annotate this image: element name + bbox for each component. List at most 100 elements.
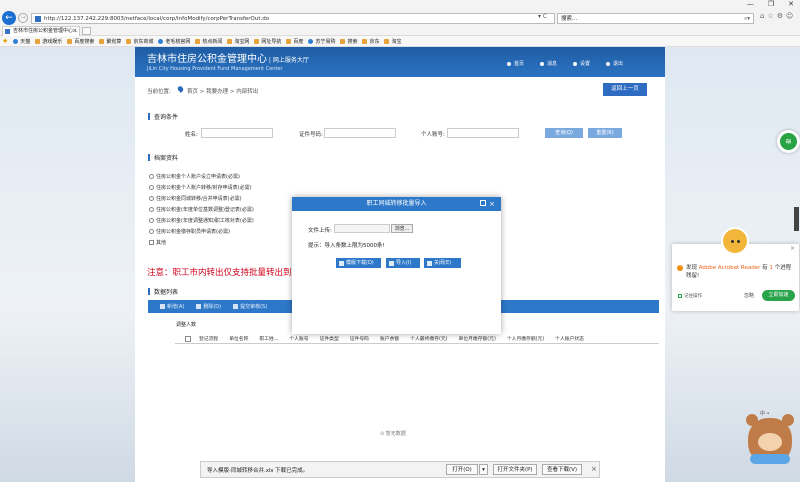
ignore-button[interactable]: 忽略 xyxy=(744,292,754,299)
search-input[interactable]: 搜索... ⌕▾ xyxy=(557,13,754,24)
favorites-star-icon[interactable]: ☆ xyxy=(767,12,773,20)
favorite-link[interactable]: 京东商城 xyxy=(126,38,153,45)
close-icon xyxy=(427,260,432,266)
site-logo-title: 吉林市住房公积金管理中心 | 网上服务大厅 xyxy=(147,54,309,65)
return-button[interactable]: 返回上一页 xyxy=(603,83,647,96)
open-dropdown-chevron-icon[interactable]: ▾ xyxy=(479,464,488,475)
name-input[interactable] xyxy=(201,128,273,138)
radio-icon[interactable] xyxy=(149,196,154,201)
nav-logout[interactable]: 退出 xyxy=(606,60,623,67)
favorite-icon xyxy=(308,38,314,44)
import-button[interactable]: 导入(I) xyxy=(386,258,420,268)
material-item[interactable]: 住房公积金(年度单位基数调整)登记表(必需) xyxy=(149,204,309,215)
tab-title: 吉林市住房公积金管理中心... xyxy=(13,28,78,34)
adjust-count-label: 调整人数 xyxy=(176,322,197,328)
delete-button[interactable]: 删除(D) xyxy=(196,303,221,310)
submit-review-button[interactable]: 提交审核(S) xyxy=(233,303,267,310)
top-nav: 首页 消息 设置 退出 xyxy=(507,60,623,67)
nav-messages[interactable]: 消息 xyxy=(540,60,557,67)
favorite-icon xyxy=(227,38,233,44)
id-number-input[interactable] xyxy=(324,128,396,138)
radio-icon[interactable] xyxy=(149,207,154,212)
material-item[interactable]: 住房公积金个人账户转移/封存申请表(必需) xyxy=(149,182,309,193)
column-header: 个人账号 xyxy=(289,337,309,342)
new-tab-button[interactable] xyxy=(82,27,91,35)
speed-up-button[interactable]: 立即加速 xyxy=(762,290,795,301)
add-button[interactable]: 新增(A) xyxy=(160,303,184,310)
refresh-icon[interactable]: ▾ C xyxy=(538,13,547,20)
search-placeholder: 搜索... xyxy=(561,16,578,22)
nav-home[interactable]: 首页 xyxy=(507,60,524,67)
mascot-icon xyxy=(721,227,749,255)
view-downloads-button[interactable]: 查看下载(V) xyxy=(542,464,582,475)
radio-icon[interactable] xyxy=(149,229,154,234)
scrollbar-thumb[interactable] xyxy=(794,207,799,231)
add-icon xyxy=(160,304,165,309)
wifi-icon[interactable]: ≋ xyxy=(780,133,797,150)
dialog-close-icon[interactable]: × xyxy=(489,197,495,211)
url-text[interactable]: http://122.137.242.229:8003/netface/loca… xyxy=(44,16,269,22)
material-item[interactable]: 其他 xyxy=(149,237,309,248)
popup-close-icon[interactable]: × xyxy=(790,245,795,252)
window-controls: — ❐ ✕ xyxy=(747,0,794,8)
radio-icon[interactable] xyxy=(149,218,154,223)
search-icon[interactable]: ⌕▾ xyxy=(744,14,750,24)
file-path-input[interactable] xyxy=(334,224,390,233)
home-icon[interactable]: ⌂ xyxy=(760,12,764,20)
browse-button[interactable]: 浏览... xyxy=(391,224,413,233)
breadcrumb: 首页 > 我要办理 > 内部转出 xyxy=(187,89,259,95)
import-icon xyxy=(389,260,394,266)
material-item[interactable]: 住房公积金(年度调整通知)职工核对表(必需) xyxy=(149,215,309,226)
template-download-button[interactable]: 模版下载(D) xyxy=(336,258,381,268)
favorite-link[interactable]: 聚划算 xyxy=(99,38,121,45)
favorite-icon xyxy=(158,38,164,44)
download-bar-close-icon[interactable]: × xyxy=(591,465,597,473)
favorite-icon xyxy=(67,38,73,44)
dialog-close-button[interactable]: 关闭(E) xyxy=(424,258,461,268)
favorite-link[interactable]: 游戏娱乐 xyxy=(35,38,62,45)
settings-gear-icon[interactable]: ⚙ xyxy=(777,12,783,20)
favorite-link[interactable]: 百度搜索 xyxy=(67,38,94,45)
delete-icon xyxy=(196,304,202,309)
favorite-link[interactable]: 天猫 xyxy=(13,38,30,45)
maximize-icon[interactable] xyxy=(480,200,486,206)
close-window-button[interactable]: ✕ xyxy=(788,0,794,8)
tab-close-icon[interactable]: × xyxy=(73,27,77,36)
restore-button[interactable]: ❐ xyxy=(768,0,774,8)
favorite-link[interactable]: 热点新闻 xyxy=(195,38,222,45)
favorite-link[interactable]: 淘宝网 xyxy=(227,38,249,45)
favorites-star-icon[interactable]: ★ xyxy=(2,37,8,45)
query-button[interactable]: 查询(Q) xyxy=(545,128,583,138)
material-item[interactable]: 住房公积金缴存职员申请表(必需) xyxy=(149,226,309,237)
radio-icon[interactable] xyxy=(149,185,154,190)
favorite-link[interactable]: 老毛桃官网 xyxy=(158,38,190,45)
dialog-title: 职工同城转移批量导入 xyxy=(366,200,427,207)
forward-button[interactable]: → xyxy=(18,13,28,23)
browser-tab[interactable]: 吉林市住房公积金管理中心... × xyxy=(2,26,80,36)
remember-checkbox[interactable]: 记住操作 xyxy=(678,293,702,299)
favorite-icon xyxy=(384,38,390,44)
favorite-link[interactable]: 搜索 xyxy=(340,38,357,45)
open-folder-button[interactable]: 打开文件夹(P) xyxy=(493,464,537,475)
favorite-link[interactable]: 淘宝 xyxy=(384,38,402,45)
radio-icon[interactable] xyxy=(149,174,154,179)
open-button[interactable]: 打开(O) xyxy=(446,464,478,475)
address-bar[interactable]: http://122.137.242.229:8003/netface/loca… xyxy=(31,13,555,24)
favorite-link[interactable]: 苏宁易购 xyxy=(308,38,335,45)
bear-scarf xyxy=(750,454,790,464)
favorite-link[interactable]: 百度 xyxy=(286,38,303,45)
favorite-icon xyxy=(362,38,368,44)
favorite-link[interactable]: 网址导航 xyxy=(254,38,281,45)
checkbox-icon[interactable] xyxy=(149,240,154,245)
material-item[interactable]: 住房公积金同城转移/合并申请表(必需) xyxy=(149,193,309,204)
nav-settings[interactable]: 设置 xyxy=(573,60,590,67)
minimize-button[interactable]: — xyxy=(747,0,754,8)
browser-tool-icons: ⌂ ☆ ⚙ ☺ xyxy=(760,12,793,20)
back-button[interactable]: ← xyxy=(2,11,16,25)
favorite-link[interactable]: 京东 xyxy=(362,38,379,45)
reset-button[interactable]: 重置(R) xyxy=(588,128,622,138)
smiley-icon[interactable]: ☺ xyxy=(786,12,793,20)
material-item[interactable]: 住房公积金个人账户设立申请表(必需) xyxy=(149,171,309,182)
select-all-checkbox[interactable] xyxy=(185,336,191,342)
account-input[interactable] xyxy=(447,128,519,138)
